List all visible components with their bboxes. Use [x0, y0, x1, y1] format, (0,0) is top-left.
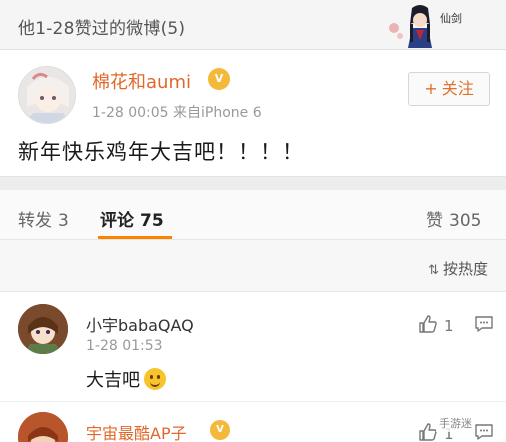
watermark: 手游迷 — [436, 414, 475, 432]
tab-comments-count: 75 — [140, 211, 164, 231]
tab-reposts-label: 转发 — [18, 211, 52, 231]
post-time: 1-28 00:05 — [92, 105, 169, 121]
comment-text-content: 大吉吧 — [86, 370, 140, 391]
vip-crown-icon: V — [208, 68, 230, 90]
commenter-avatar[interactable] — [18, 412, 68, 442]
sort-label: 按热度 — [442, 260, 488, 278]
author-avatar[interactable] — [18, 66, 76, 124]
post-source: 来自iPhone 6 — [173, 105, 262, 121]
post-content: 新年快乐鸡年大吉吧！！！！ — [18, 140, 304, 164]
tab-likes-count: 305 — [449, 211, 482, 231]
sort-bar: ⇅ 按热度 — [0, 240, 506, 292]
commenter-name[interactable]: 宇宙最酷AP子 — [86, 420, 187, 442]
thumbs-up-icon — [419, 423, 437, 441]
svg-text:仙剑: 仙剑 — [440, 11, 462, 25]
tab-comments-label: 评论 — [100, 211, 134, 231]
comment-like-button[interactable]: 1 — [418, 314, 454, 335]
sort-by-hot-button[interactable]: ⇅ 按热度 — [428, 258, 488, 279]
weibo-post: 棉花和aumi V 1-28 00:05 来自iPhone 6 + 关注 新年快乐… — [0, 50, 506, 176]
comment-item: 宇宙最酷AP子 V 1 — [0, 402, 506, 442]
post-meta: 1-28 00:05 来自iPhone 6 — [92, 102, 262, 122]
comment-text: 大吉吧 — [86, 366, 166, 392]
page-header: 他1-28赞过的微博(5) 仙剑 — [0, 0, 506, 50]
active-tab-indicator — [98, 236, 172, 239]
tab-reposts[interactable]: 转发 3 — [18, 206, 69, 231]
commenter-name[interactable]: 小宇babaQAQ — [86, 312, 194, 336]
comment-time: 1-28 01:53 — [86, 338, 163, 354]
tab-likes-label: 赞 — [426, 211, 443, 231]
tab-comments[interactable]: 评论 75 — [100, 206, 164, 231]
author-name[interactable]: 棉花和aumi — [92, 68, 191, 94]
follow-label: 关注 — [441, 79, 474, 98]
anime-banner-art: 仙剑 — [389, 5, 462, 48]
tab-likes[interactable]: 赞 305 — [426, 206, 481, 231]
grin-emoji-icon — [144, 368, 166, 390]
reply-icon[interactable] — [474, 314, 494, 334]
sort-icon: ⇅ — [428, 263, 439, 278]
commenter-avatar[interactable] — [18, 304, 68, 354]
like-count: 1 — [444, 317, 454, 335]
comment-item: 小宇babaQAQ 1-28 01:53 大吉吧 1 — [0, 292, 506, 402]
post-tabs: 转发 3 评论 75 赞 305 — [0, 190, 506, 240]
vip-crown-icon: V — [210, 420, 230, 440]
tab-reposts-count: 3 — [58, 211, 69, 231]
thumbs-up-icon — [419, 315, 437, 333]
reply-icon[interactable] — [474, 422, 494, 442]
section-divider — [0, 176, 506, 190]
page-title: 他1-28赞过的微博(5) — [18, 19, 186, 39]
follow-button[interactable]: + 关注 — [408, 72, 490, 106]
plus-icon: + — [424, 79, 438, 98]
